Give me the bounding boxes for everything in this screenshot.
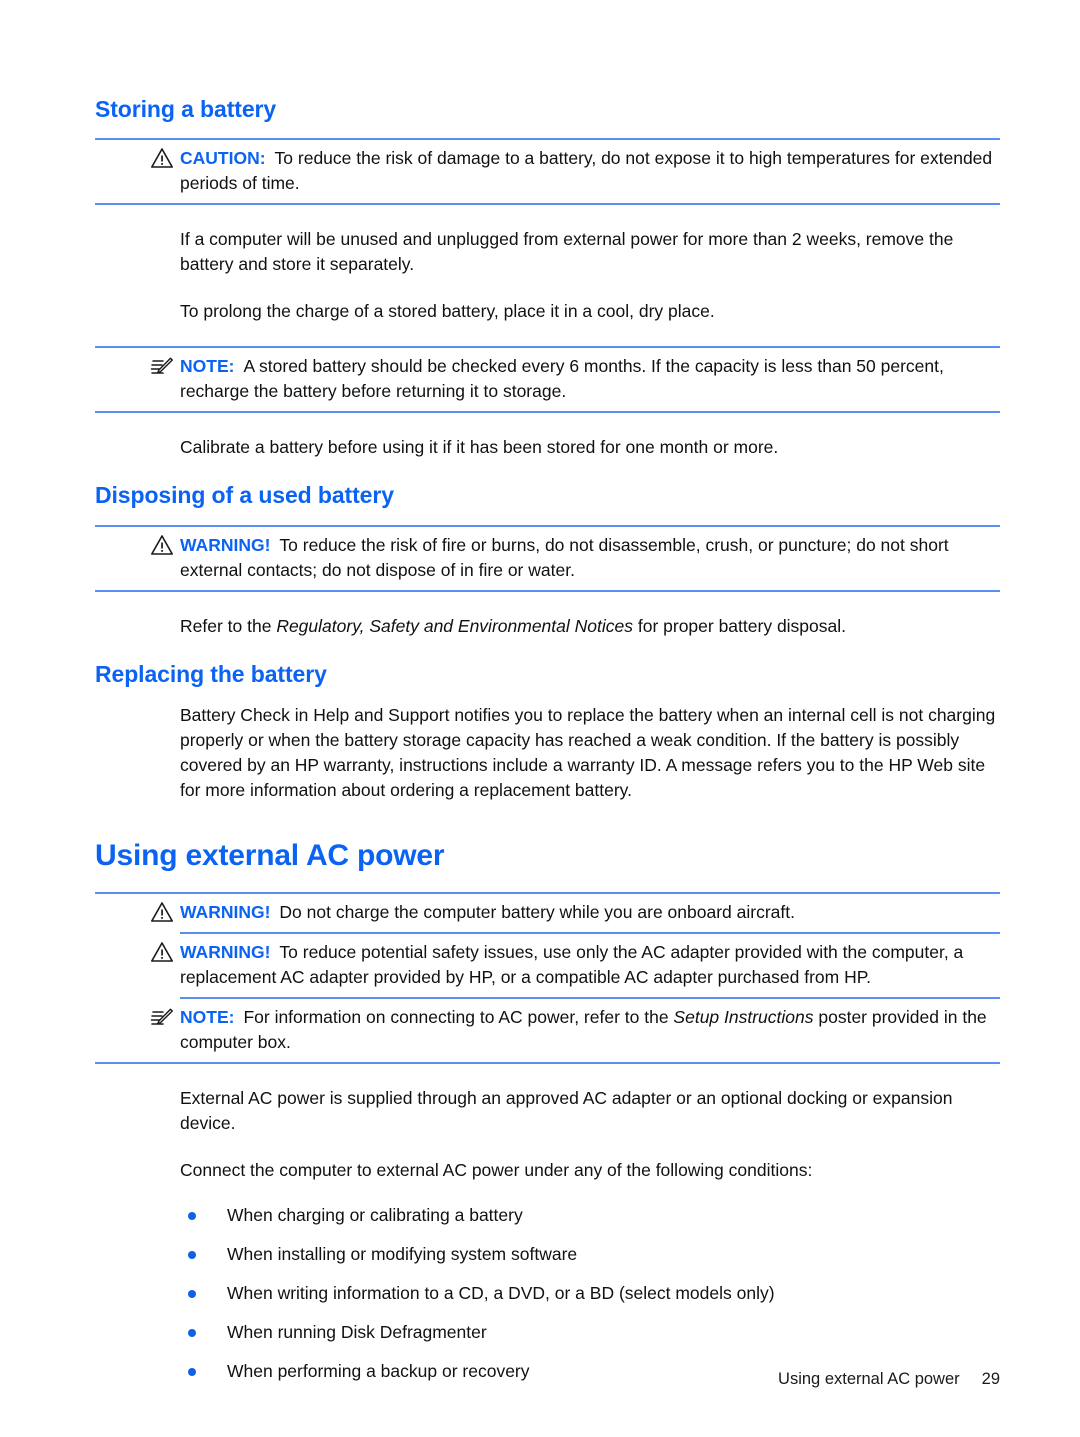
warning-admonition-text-disposing: WARNING! To reduce the risk of fire or bu…: [180, 533, 1000, 583]
ac-power-body-block: External AC power is supplied through an…: [95, 1086, 1000, 1183]
warning-triangle-icon: [150, 901, 174, 923]
warning-admonition-disposing: WARNING! To reduce the risk of fire or bu…: [151, 527, 1000, 590]
note-admonition-text-setup: NOTE: For information on connecting to AC…: [180, 1005, 1000, 1055]
storing-paragraph-1: If a computer will be unused and unplugg…: [180, 229, 954, 275]
bullet-icon: [188, 1328, 196, 1337]
footer-section-title: Using external AC power: [778, 1370, 960, 1388]
document-page: Storing a battery CAUTION: To reduce the …: [0, 0, 1080, 1437]
bullet-icon: [188, 1367, 196, 1376]
warning-label: WARNING!: [180, 941, 271, 962]
list-item-label: When running Disk Defragmenter: [227, 1321, 487, 1342]
warning-admonition-text-adapter: WARNING! To reduce potential safety issue…: [180, 940, 1000, 990]
warning-admonition-aircraft: WARNING! Do not charge the computer batte…: [151, 894, 1000, 932]
warning-body: To reduce potential safety issues, use o…: [180, 941, 964, 987]
note-pencil-icon: [150, 355, 174, 377]
storing-body-block-2: Calibrate a battery before using it if i…: [95, 435, 1000, 460]
list-item-label: When installing or modifying system soft…: [227, 1243, 578, 1264]
regulatory-notices-title: Regulatory, Safety and Environmental Not…: [276, 615, 633, 636]
caution-label: CAUTION:: [180, 148, 266, 169]
warning-admonition-text-aircraft: WARNING! Do not charge the computer batte…: [180, 900, 1000, 925]
list-item: When running Disk Defragmenter: [180, 1320, 1000, 1345]
warning-admonition-group-disposing: WARNING! To reduce the risk of fire or bu…: [95, 524, 1000, 592]
warning-triangle-icon: [150, 534, 174, 556]
warning-triangle-icon: [150, 941, 174, 963]
page-footer: Using external AC power 29: [778, 1370, 1000, 1389]
note-pencil-icon: [150, 1006, 174, 1028]
list-item: When charging or calibrating a battery: [180, 1203, 1000, 1228]
disposing-refer-paragraph: Refer to the Regulatory, Safety and Envi…: [180, 614, 1000, 639]
disposing-body-block: Refer to the Regulatory, Safety and Envi…: [95, 614, 1000, 639]
section-heading-storing-a-battery: Storing a battery: [95, 96, 277, 122]
warning-label: WARNING!: [180, 901, 271, 922]
note-admonition-storing: NOTE: A stored battery should be checked …: [150, 348, 1000, 411]
note-text-before: For information on connecting to AC powe…: [243, 1006, 674, 1027]
page-title-using-external-ac-power: Using external AC power: [95, 839, 445, 873]
warning-body: To reduce the risk of fire or burns, do …: [180, 534, 949, 580]
warning-body: Do not charge the computer battery while…: [279, 901, 795, 922]
footer-page-number: 29: [981, 1370, 1000, 1388]
ac-power-conditions-list: When charging or calibrating a battery W…: [95, 1203, 1000, 1384]
refer-text-before: Refer to the: [180, 615, 277, 636]
note-admonition-text-storing: NOTE: A stored battery should be checked …: [180, 354, 1000, 404]
note-label: NOTE:: [180, 356, 235, 377]
setup-instructions-title: Setup Instructions: [673, 1006, 814, 1027]
list-item-label: When writing information to a CD, a DVD,…: [227, 1282, 775, 1303]
replacing-body-block: Battery Check in Help and Support notifi…: [95, 703, 1000, 803]
bullet-icon: [188, 1211, 196, 1220]
warning-admonition-adapter: WARNING! To reduce potential safety issue…: [151, 931, 1000, 997]
warning-triangle-icon: [150, 147, 174, 169]
note-body: A stored battery should be checked every…: [180, 356, 944, 402]
list-item-label: When performing a backup or recovery: [227, 1360, 530, 1381]
caution-admonition-text: CAUTION: To reduce the risk of damage to …: [180, 146, 1000, 196]
section-heading-replacing-the-battery: Replacing the battery: [95, 660, 327, 687]
replacing-paragraph-1: Battery Check in Help and Support notifi…: [180, 705, 996, 801]
section-heading-disposing-of-a-used-battery: Disposing of a used battery: [95, 482, 394, 509]
storing-paragraph-2: To prolong the charge of a stored batter…: [180, 301, 715, 322]
storing-paragraph-3: Calibrate a battery before using it if i…: [180, 437, 779, 458]
refer-text-after: for proper battery disposal.: [632, 615, 847, 636]
bullet-icon: [188, 1250, 196, 1259]
note-label: NOTE:: [180, 1006, 235, 1027]
caution-body: To reduce the risk of damage to a batter…: [180, 148, 993, 194]
ac-power-paragraph-1: External AC power is supplied through an…: [180, 1087, 953, 1133]
ac-power-paragraph-2: Connect the computer to external AC powe…: [180, 1159, 813, 1180]
warning-label: WARNING!: [180, 534, 271, 555]
bullet-icon: [188, 1289, 196, 1298]
caution-admonition-group: CAUTION: To reduce the risk of damage to …: [95, 138, 1000, 206]
list-item-label: When charging or calibrating a battery: [227, 1204, 523, 1225]
note-admonition-group-storing: NOTE: A stored battery should be checked …: [95, 346, 1000, 414]
caution-admonition: CAUTION: To reduce the risk of damage to …: [151, 140, 1000, 203]
note-admonition-setup: NOTE: For information on connecting to AC…: [150, 996, 1000, 1062]
ac-power-admonition-group: WARNING! Do not charge the computer batte…: [95, 891, 1000, 1064]
storing-body-block: If a computer will be unused and unplugg…: [95, 227, 1000, 324]
list-item: When writing information to a CD, a DVD,…: [180, 1281, 1000, 1306]
list-item: When installing or modifying system soft…: [180, 1242, 1000, 1267]
